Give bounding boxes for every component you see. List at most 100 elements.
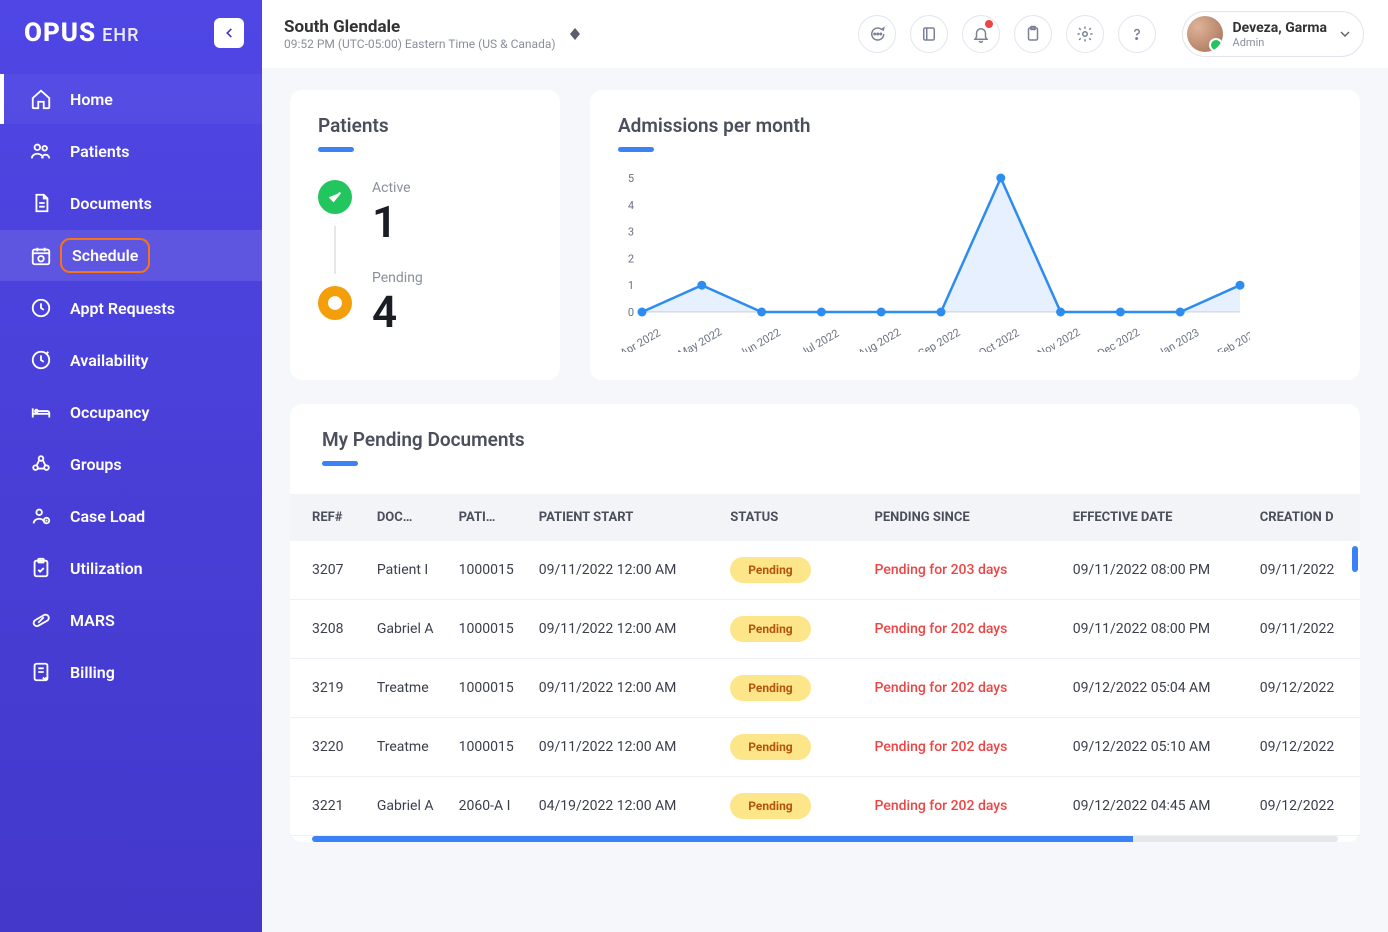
status-badge: Pending [730, 557, 810, 583]
sidebar-item-mars[interactable]: MARS [0, 595, 262, 645]
users-icon [30, 140, 52, 162]
notifications-button[interactable] [962, 15, 1000, 53]
active-badge [318, 180, 352, 214]
book-icon [920, 25, 938, 43]
book-button[interactable] [910, 15, 948, 53]
table-cell: Pending for 202 days [866, 659, 1064, 718]
table-cell: 3220 [290, 718, 369, 777]
clock-icon [30, 297, 52, 319]
patients-card: Patients Active 1 [290, 90, 560, 380]
svg-text:Dec 2022: Dec 2022 [1095, 326, 1142, 352]
table-row[interactable]: 3220Treatme100001509/11/2022 12:00 AMPen… [290, 718, 1360, 777]
pill-icon [30, 609, 52, 631]
arrow-left-icon [222, 26, 236, 40]
sidebar-item-billing[interactable]: Billing [0, 647, 262, 697]
calendar-icon [30, 245, 52, 267]
sidebar-item-label: Billing [70, 663, 115, 682]
table-row[interactable]: 3208Gabriel A100001509/11/2022 12:00 AMP… [290, 600, 1360, 659]
table-header[interactable]: PATIENT START [531, 494, 723, 541]
help-button[interactable] [1118, 15, 1156, 53]
settings-button[interactable] [1066, 15, 1104, 53]
table-cell: 1000015 [451, 541, 531, 600]
caret-updown-icon [570, 28, 580, 40]
table-header[interactable]: PENDING SINCE [866, 494, 1064, 541]
clock-icon [326, 294, 344, 312]
admissions-chart-card: Admissions per month 012345Apr 2022May 2… [590, 90, 1360, 380]
svg-text:4: 4 [628, 199, 634, 212]
sidebar-item-label: Occupancy [70, 403, 149, 422]
sidebar-collapse-button[interactable] [214, 18, 244, 48]
pending-label: Pending [372, 270, 423, 286]
table-cell: 1000015 [451, 718, 531, 777]
vertical-scroll-indicator[interactable] [1352, 546, 1358, 572]
sidebar-item-utilization[interactable]: Utilization [0, 543, 262, 593]
svg-text:Nov 2022: Nov 2022 [1035, 326, 1082, 352]
bed-icon [30, 401, 52, 423]
svg-text:Jul 2022: Jul 2022 [798, 327, 841, 352]
sidebar-item-patients[interactable]: Patients [0, 126, 262, 176]
svg-text:Aug 2022: Aug 2022 [856, 326, 903, 352]
svg-text:2: 2 [628, 252, 634, 265]
table-header[interactable]: EFFECTIVE DATE [1065, 494, 1252, 541]
brand-bold: OPUS [24, 18, 96, 48]
table-header[interactable]: DOC… [369, 494, 451, 541]
card-title: My Pending Documents [322, 428, 1360, 451]
sidebar-item-case-load[interactable]: Case Load [0, 491, 262, 541]
document-icon [30, 192, 52, 214]
tasks-button[interactable] [1014, 15, 1052, 53]
horizontal-scroll-indicator[interactable] [312, 836, 1338, 842]
table-cell: 09/12/2022 [1252, 718, 1360, 777]
card-underline [322, 461, 358, 466]
sidebar-item-home[interactable]: Home [0, 74, 262, 124]
sidebar: OPUS EHR Home Patients Documents Sc [0, 0, 262, 932]
table-row[interactable]: 3219Treatme100001509/11/2022 12:00 AMPen… [290, 659, 1360, 718]
table-header[interactable]: CREATION D [1252, 494, 1360, 541]
table-cell: 09/12/2022 05:10 AM [1065, 718, 1252, 777]
table-cell: 3208 [290, 600, 369, 659]
svg-text:1: 1 [628, 279, 634, 292]
sidebar-item-appt-requests[interactable]: Appt Requests [0, 283, 262, 333]
table-header[interactable]: PATI… [451, 494, 531, 541]
table-cell: 09/11/2022 12:00 AM [531, 541, 723, 600]
table-header[interactable]: STATUS [722, 494, 866, 541]
sidebar-item-label: Documents [70, 194, 152, 213]
user-role: Admin [1233, 36, 1327, 49]
table-cell: Pending for 202 days [866, 777, 1064, 836]
table-cell: Pending [722, 659, 866, 718]
table-cell: 09/11/2022 12:00 AM [531, 600, 723, 659]
card-title: Patients [318, 114, 532, 137]
check-icon [326, 188, 344, 206]
sidebar-item-availability[interactable]: Availability [0, 335, 262, 385]
svg-text:Sep 2022: Sep 2022 [916, 326, 962, 352]
sidebar-item-groups[interactable]: Groups [0, 439, 262, 489]
table-cell: 09/11/2022 08:00 PM [1065, 541, 1252, 600]
table-row[interactable]: 3207Patient I100001509/11/2022 12:00 AMP… [290, 541, 1360, 600]
active-label: Active [372, 180, 423, 196]
svg-text:5: 5 [628, 172, 634, 185]
card-title: Admissions per month [618, 114, 1332, 137]
avatar [1187, 16, 1223, 52]
chat-button[interactable] [858, 15, 896, 53]
pending-docs-table: REF#DOC…PATI…PATIENT STARTSTATUSPENDING … [290, 494, 1360, 836]
user-menu[interactable]: Deveza, Garma Admin [1182, 11, 1364, 57]
groups-icon [30, 453, 52, 475]
table-row[interactable]: 3221Gabriel A2060-A I04/19/2022 12:00 AM… [290, 777, 1360, 836]
location-name: South Glendale [284, 17, 556, 37]
table-cell: 2060-A I [451, 777, 531, 836]
table-cell: Gabriel A [369, 600, 451, 659]
table-cell: Gabriel A [369, 777, 451, 836]
table-cell: 3219 [290, 659, 369, 718]
brand-logo: OPUS EHR [24, 18, 139, 48]
svg-text:Jan 2023: Jan 2023 [1155, 326, 1201, 352]
home-icon [30, 88, 52, 110]
pending-docs-card: My Pending Documents REF#DOC…PATI…PATIEN… [290, 404, 1360, 842]
table-cell: Patient I [369, 541, 451, 600]
table-header[interactable]: REF# [290, 494, 369, 541]
sidebar-item-documents[interactable]: Documents [0, 178, 262, 228]
sidebar-item-label: Appt Requests [70, 299, 175, 318]
location-selector[interactable]: South Glendale 09:52 PM (UTC-05:00) East… [284, 17, 580, 51]
sidebar-item-schedule[interactable]: Schedule [0, 230, 262, 281]
table-cell: 09/12/2022 [1252, 777, 1360, 836]
sidebar-item-occupancy[interactable]: Occupancy [0, 387, 262, 437]
table-cell: Pending [722, 541, 866, 600]
